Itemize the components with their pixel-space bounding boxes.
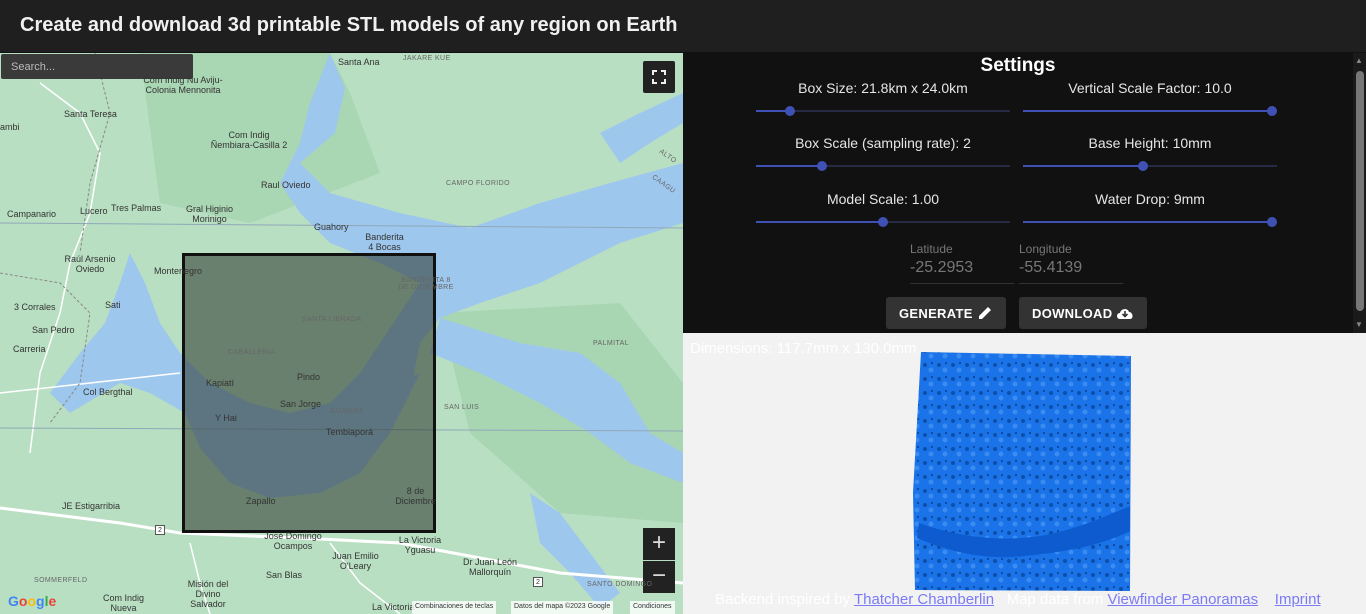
settings-panel: Settings Box Size: 21.8km x 24.0km Verti… — [683, 53, 1353, 333]
map-label: Santa Teresa — [64, 109, 117, 119]
map-label: Campanario — [7, 209, 57, 219]
zoom-in-button[interactable]: + — [643, 528, 675, 560]
map-label: Gral Higinio Morinigo — [185, 204, 234, 224]
map-label: SOMMERFELD — [34, 577, 88, 584]
thatcher-chamberlin-link[interactable]: Thatcher Chamberlin — [854, 591, 994, 608]
fullscreen-button[interactable] — [643, 61, 675, 93]
map-label: BANDERITA 8 DE DICIEMBRE — [398, 277, 454, 291]
map-label: 8 de Diciembre — [395, 486, 436, 506]
box-scale-slider[interactable] — [756, 161, 1010, 171]
map-label: Dr Juan León Mallorquín — [462, 557, 518, 577]
generate-button-label: GENERATE — [899, 306, 973, 321]
viewfinder-panoramas-link[interactable]: Viewfinder Panoramas — [1107, 591, 1258, 608]
download-button[interactable]: DOWNLOAD — [1019, 297, 1147, 329]
scroll-thumb[interactable] — [1356, 71, 1364, 311]
model-scale-label: Model Scale: 1.00 — [826, 191, 940, 207]
map-label: Com Indig Ñembiara-Casilla 2 — [210, 130, 288, 150]
map-label: 3 Corrales — [14, 302, 56, 312]
map-label: San Blas — [266, 570, 303, 580]
latitude-label: Latitude — [910, 242, 953, 256]
map-data-attribution: Datos del mapa ©2023 Google — [511, 601, 614, 614]
water-drop-slider[interactable] — [1023, 217, 1277, 227]
map-label: Com Indig Nu Aviju-Colonia Mennonita — [143, 75, 223, 95]
terms-link[interactable]: Condiciones — [630, 601, 675, 614]
scroll-up-icon[interactable]: ▲ — [1355, 56, 1363, 65]
map-label: ambi — [0, 122, 20, 132]
footer-prefix: Backend inspired by — [715, 591, 851, 608]
base-height-label: Base Height: 10mm — [1088, 135, 1212, 151]
map-label: CABALLERIA — [228, 349, 276, 356]
water-drop-label: Water Drop: 9mm — [1095, 191, 1205, 207]
map-label: Raúl Arsenio Oviedo — [64, 254, 116, 274]
map-label: JE Estigarribia — [62, 501, 121, 511]
road-shield: 2 — [155, 525, 165, 535]
box-scale-label: Box Scale (sampling rate): 2 — [795, 135, 971, 151]
map-label: La Victoria — [372, 602, 415, 612]
map-label: San Jorge — [280, 399, 322, 409]
longitude-label: Longitude — [1019, 242, 1072, 256]
keyboard-shortcuts-link[interactable]: Combinaciones de teclas — [412, 601, 497, 614]
app-header: Create and download 3d printable STL mod… — [0, 0, 1366, 53]
cloud-download-icon — [1117, 309, 1133, 319]
download-button-label: DOWNLOAD — [1032, 306, 1113, 321]
map-label: Misión del Divino Salvador — [187, 579, 229, 609]
scroll-down-icon[interactable]: ▼ — [1355, 320, 1363, 329]
map-label: JAKARE KUE — [403, 55, 451, 62]
map-label: Kapiatí — [206, 378, 235, 388]
map-label: SANTA LIBRADA — [302, 316, 362, 323]
model-preview[interactable]: Dimensions: 117.7mm x 130.0mm Backend in… — [683, 333, 1366, 614]
longitude-field[interactable]: -55.4139 — [1019, 259, 1123, 284]
map-view[interactable]: Search... + − Santa Ana JAKARE KUE Com I… — [0, 53, 683, 614]
fullscreen-icon — [652, 70, 666, 84]
map-label: Banderita 4 Bocas — [365, 232, 404, 252]
model-scale-slider[interactable] — [756, 217, 1010, 227]
map-label: La Victoria Yguasu — [398, 535, 442, 555]
map-label: CAMPO FLORIDO — [446, 180, 510, 187]
settings-title: Settings — [980, 55, 1056, 76]
pencil-icon — [979, 307, 991, 319]
footer: Backend inspired by Thatcher Chamberlin … — [715, 591, 1321, 608]
map-label: Com Indig Nueva — [102, 593, 145, 613]
map-label: Carreria — [13, 344, 46, 354]
map-label: Santa Ana — [338, 57, 380, 67]
map-label: Montenegro — [154, 266, 203, 276]
map-label: GUAVIRA — [330, 408, 364, 415]
map-label: Guahory — [314, 222, 349, 232]
base-height-slider[interactable] — [1023, 161, 1277, 171]
map-label: José Domingo Ocampos — [264, 531, 322, 551]
map-label: Tres Palmas — [111, 203, 162, 213]
generate-button[interactable]: GENERATE — [886, 297, 1006, 329]
zoom-out-button[interactable]: − — [643, 561, 675, 593]
settings-scrollbar[interactable]: ▲ ▼ — [1353, 53, 1366, 333]
box-size-label: Box Size: 21.8km x 24.0km — [798, 80, 968, 96]
map-label: Raul Oviedo — [261, 180, 311, 190]
map-label: PALMITAL — [593, 340, 630, 347]
stl-model-render[interactable] — [683, 333, 1366, 614]
map-label: Y Hai — [215, 413, 237, 423]
page-title: Create and download 3d printable STL mod… — [20, 14, 678, 36]
map-label: Lucero — [80, 206, 108, 216]
map-label: Sati — [105, 300, 121, 310]
map-label: Juan Emilio O'Leary — [332, 551, 379, 571]
footer-mid: Map data from — [1006, 591, 1104, 608]
road-shield: 2 — [533, 577, 543, 587]
map-label: Pindo — [297, 372, 321, 382]
vertical-scale-slider[interactable] — [1023, 106, 1277, 116]
map-label: SAN LUIS — [444, 404, 480, 411]
latitude-field[interactable]: -25.2953 — [910, 259, 1014, 284]
map-label: SANTO DOMINGO — [587, 581, 653, 588]
map-label: Tembiaporá — [326, 427, 374, 437]
imprint-link[interactable]: Imprint — [1275, 591, 1321, 608]
map-label: San Pedro — [32, 325, 75, 335]
map-label: Zapallo — [246, 496, 276, 506]
google-logo: Google — [8, 593, 57, 609]
box-size-slider[interactable] — [756, 106, 1010, 116]
map-label: Col Bergthal — [83, 387, 133, 397]
vertical-scale-label: Vertical Scale Factor: 10.0 — [1068, 80, 1232, 96]
